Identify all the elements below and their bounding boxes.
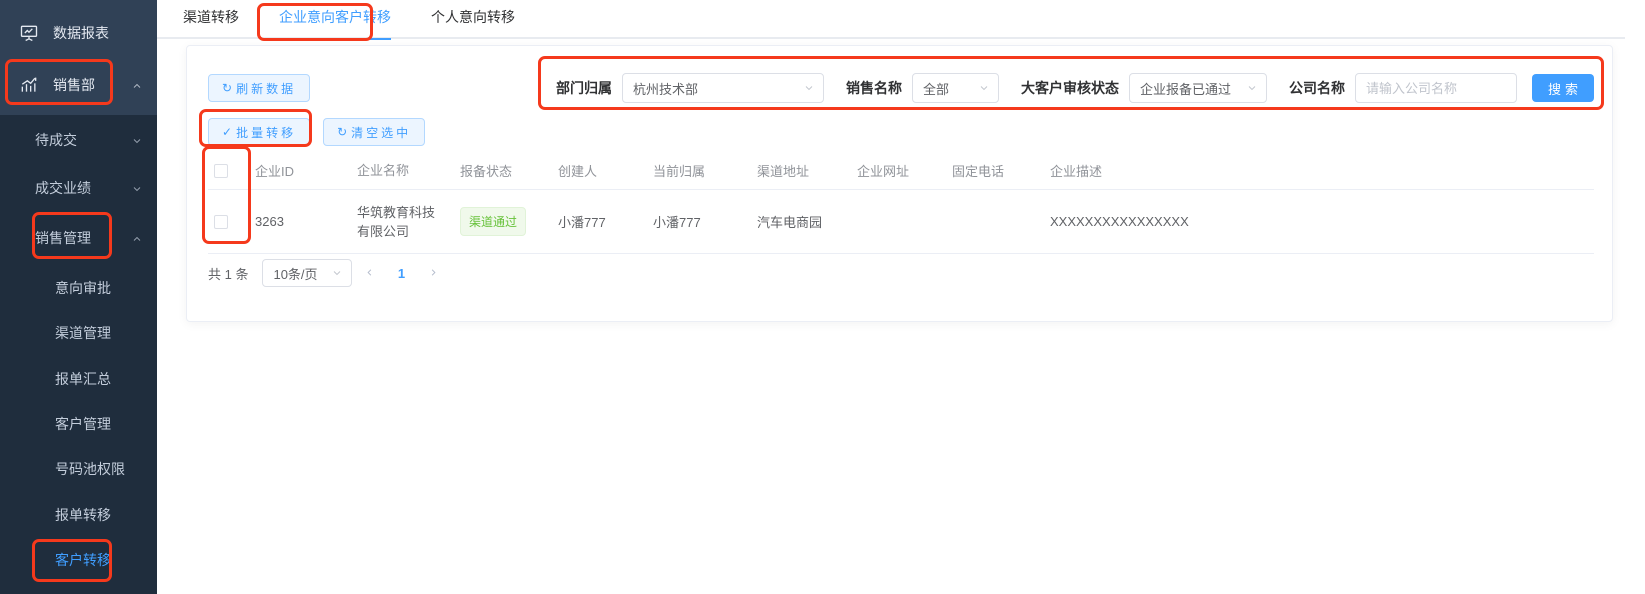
sidebar-item-label: 销售部 <box>53 77 95 93</box>
main-content: 渠道转移 企业意向客户转移 个人意向转移 ↻ 刷新数据 部门归属 杭州技术部 销… <box>157 0 1645 594</box>
filter-row: ↻ 刷新数据 部门归属 杭州技术部 销售名称 全部 大客户审核状态 企业报备已通… <box>208 73 1594 103</box>
sidebar-item-label: 客户转移 <box>55 552 111 568</box>
department-select-value: 杭州技术部 <box>633 81 699 97</box>
sidebar-item-label: 成交业绩 <box>35 180 91 196</box>
key-account-review-filter-label: 大客户审核状态 <box>1021 80 1119 96</box>
pagination-total: 共 1 条 <box>208 266 249 282</box>
column-header-website: 企业网址 <box>857 164 910 179</box>
sidebar-item-label: 数据报表 <box>53 25 109 41</box>
chevron-down-icon <box>131 182 143 194</box>
table-row: 3263 华筑教育科技有限公司 渠道通过 小潘777 小潘777 汽车电商园 X… <box>208 190 1594 254</box>
sidebar-item-intent-approval[interactable]: 意向审批 <box>0 268 157 308</box>
bar-chart-icon <box>18 74 40 96</box>
sales-name-select[interactable]: 全部 <box>912 73 999 103</box>
sidebar-item-pending-deals[interactable]: 待成交 <box>0 120 157 160</box>
cell-enterprise-name: 华筑教育科技有限公司 <box>357 204 436 239</box>
sidebar-item-label: 报单汇总 <box>55 371 111 387</box>
cell-current-owner: 小潘777 <box>653 215 701 230</box>
page: 数据报表 销售部 待成交 成交业绩 销售管理 意向审批 渠道管理 报单汇总 客户… <box>0 0 1645 594</box>
presentation-board-icon <box>18 22 40 44</box>
pagination: 共 1 条 10条/页 1 <box>208 258 450 288</box>
sidebar-item-label: 客户管理 <box>55 416 111 432</box>
sidebar-item-number-pool-permissions[interactable]: 号码池权限 <box>0 449 157 489</box>
column-header-phone: 固定电话 <box>952 164 1005 179</box>
filter-group: 部门归属 杭州技术部 销售名称 全部 大客户审核状态 企业报备已通过 公司名称 … <box>556 73 1594 103</box>
row-checkbox[interactable] <box>214 214 228 229</box>
clear-selected-button[interactable]: ↻ 清空选中 <box>323 118 426 146</box>
column-header-creator: 创建人 <box>558 164 598 179</box>
prev-page-icon[interactable] <box>352 265 386 281</box>
chevron-up-icon <box>131 79 143 91</box>
chevron-down-icon <box>803 82 815 94</box>
sidebar: 数据报表 销售部 待成交 成交业绩 销售管理 意向审批 渠道管理 报单汇总 客户… <box>0 0 157 594</box>
chevron-down-icon <box>1246 82 1258 94</box>
cell-channel-address: 汽车电商园 <box>757 215 823 230</box>
sidebar-item-label: 待成交 <box>35 132 77 148</box>
search-button[interactable]: 搜索 <box>1532 74 1594 102</box>
cell-enterprise-id: 3263 <box>255 214 284 229</box>
sidebar-item-label: 意向审批 <box>55 280 111 296</box>
sidebar-item-report-summary[interactable]: 报单汇总 <box>0 359 157 399</box>
tab-personal-intent-transfer[interactable]: 个人意向转移 <box>431 0 515 38</box>
sidebar-item-sales-management[interactable]: 销售管理 <box>0 218 157 258</box>
content-card: ↻ 刷新数据 部门归属 杭州技术部 销售名称 全部 大客户审核状态 企业报备已通… <box>186 45 1613 322</box>
refresh-icon: ↻ <box>222 81 233 95</box>
page-number[interactable]: 1 <box>386 266 416 281</box>
sidebar-item-report-transfer[interactable]: 报单转移 <box>0 495 157 535</box>
tab-bar: 渠道转移 企业意向客户转移 个人意向转移 <box>157 0 1625 40</box>
sidebar-item-channel-management[interactable]: 渠道管理 <box>0 313 157 353</box>
cell-report-status: 渠道通过 <box>460 207 558 236</box>
sidebar-item-customer-transfer[interactable]: 客户转移 <box>0 540 157 580</box>
column-header-channel-address: 渠道地址 <box>757 164 810 179</box>
column-header-enterprise-id: 企业ID <box>255 164 295 179</box>
tab-channel-transfer[interactable]: 渠道转移 <box>183 0 239 38</box>
department-filter-label: 部门归属 <box>556 80 612 96</box>
bulk-action-row: ✓ 批量转移 ↻ 清空选中 <box>208 118 426 146</box>
column-header-current-owner: 当前归属 <box>653 164 706 179</box>
cell-creator: 小潘777 <box>558 215 606 230</box>
company-name-filter-label: 公司名称 <box>1289 80 1345 96</box>
refresh-icon: ↻ <box>337 125 348 139</box>
sidebar-item-sales-dept[interactable]: 销售部 <box>0 65 157 105</box>
chevron-up-icon <box>131 232 143 244</box>
page-size-value: 10条/页 <box>273 266 318 282</box>
check-icon: ✓ <box>222 125 233 139</box>
sidebar-item-deal-performance[interactable]: 成交业绩 <box>0 168 157 208</box>
sidebar-item-data-reports[interactable]: 数据报表 <box>0 13 157 53</box>
sales-name-filter-label: 销售名称 <box>846 80 902 96</box>
sidebar-item-customer-management[interactable]: 客户管理 <box>0 404 157 444</box>
column-header-description: 企业描述 <box>1050 164 1103 179</box>
chevron-down-icon <box>331 267 343 279</box>
cell-description: XXXXXXXXXXXXXXXX <box>1050 214 1189 229</box>
chevron-down-icon <box>131 134 143 146</box>
sales-name-select-value: 全部 <box>923 81 950 97</box>
key-account-review-select[interactable]: 企业报备已通过 <box>1129 73 1267 103</box>
sidebar-item-label: 销售管理 <box>35 230 91 246</box>
page-size-select[interactable]: 10条/页 <box>262 259 353 287</box>
sidebar-item-label: 号码池权限 <box>55 461 125 477</box>
chevron-down-icon <box>978 82 990 94</box>
column-header-report-status: 报备状态 <box>460 164 513 179</box>
batch-transfer-button[interactable]: ✓ 批量转移 <box>208 118 311 146</box>
sidebar-item-label: 渠道管理 <box>55 325 111 341</box>
key-account-review-select-value: 企业报备已通过 <box>1140 81 1232 97</box>
refresh-data-button[interactable]: ↻ 刷新数据 <box>208 74 311 102</box>
enterprise-table: 企业ID 企业名称 报备状态 创建人 当前归属 渠道地址 企业网址 固定电话 企… <box>208 152 1594 254</box>
sidebar-item-label: 报单转移 <box>55 507 111 523</box>
next-page-icon[interactable] <box>416 265 450 281</box>
table-header-row: 企业ID 企业名称 报备状态 创建人 当前归属 渠道地址 企业网址 固定电话 企… <box>208 152 1594 190</box>
tab-enterprise-intent-customer-transfer[interactable]: 企业意向客户转移 <box>279 0 391 40</box>
company-name-input[interactable] <box>1355 73 1517 103</box>
column-header-enterprise-name: 企业名称 <box>357 163 410 178</box>
department-select[interactable]: 杭州技术部 <box>622 73 824 103</box>
select-all-checkbox[interactable] <box>214 163 228 178</box>
status-badge: 渠道通过 <box>460 207 527 236</box>
